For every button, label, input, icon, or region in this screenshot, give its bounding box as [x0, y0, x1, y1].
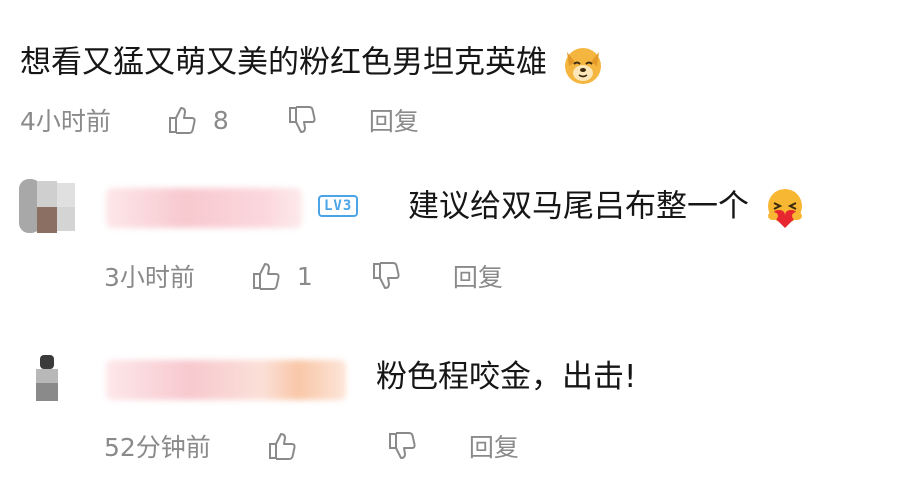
- comment-meta: 52分钟前 回复: [104, 426, 519, 466]
- dislike-button[interactable]: [369, 259, 403, 293]
- dislike-button[interactable]: [285, 103, 319, 137]
- thumbs-up-icon: [168, 107, 196, 134]
- comment-meta: 4小时前 8 回复: [20, 100, 419, 140]
- comment-time: 3小时前: [104, 263, 195, 292]
- thumbs-up-icon: [252, 263, 280, 290]
- like-button[interactable]: 1: [249, 259, 317, 293]
- like-count: 8: [212, 105, 229, 135]
- comment-text: 建议给双马尾吕布整一个: [408, 186, 807, 230]
- heart-hugging-emoji-icon: [767, 189, 802, 228]
- reply-button[interactable]: 回复: [453, 258, 503, 294]
- avatar[interactable]: [15, 177, 79, 235]
- comment-body: 建议给双马尾吕布整一个: [408, 188, 749, 225]
- reply-button[interactable]: 回复: [369, 102, 419, 138]
- like-count: 1: [296, 261, 313, 291]
- dislike-button[interactable]: [385, 429, 419, 463]
- comment-text: 粉色程咬金，出击!: [376, 357, 636, 397]
- like-button[interactable]: [265, 429, 333, 463]
- avatar[interactable]: [34, 355, 60, 401]
- thumbs-up-icon: [268, 433, 296, 460]
- dog-face-emoji-icon: [564, 48, 601, 84]
- thumbs-down-icon: [372, 262, 400, 289]
- comment-text: 想看又猛又萌又美的粉红色男坦克英雄: [20, 42, 605, 86]
- username-blurred[interactable]: [106, 360, 346, 400]
- reply-button[interactable]: 回复: [469, 428, 519, 464]
- comment-time: 4小时前: [20, 107, 111, 136]
- username-blurred[interactable]: [106, 188, 302, 228]
- comment-meta: 3小时前 1 回复: [104, 256, 503, 296]
- avatar-image: [15, 177, 79, 235]
- like-button[interactable]: 8: [165, 103, 233, 137]
- thumbs-down-icon: [288, 106, 316, 133]
- comment-body: 粉色程咬金，出击!: [376, 359, 637, 395]
- thumbs-down-icon: [388, 432, 416, 459]
- comment-time: 52分钟前: [104, 433, 211, 462]
- level-badge: LV3: [318, 195, 359, 217]
- avatar-image: [34, 355, 60, 401]
- comment-body: 想看又猛又萌又美的粉红色男坦克英雄: [20, 44, 547, 81]
